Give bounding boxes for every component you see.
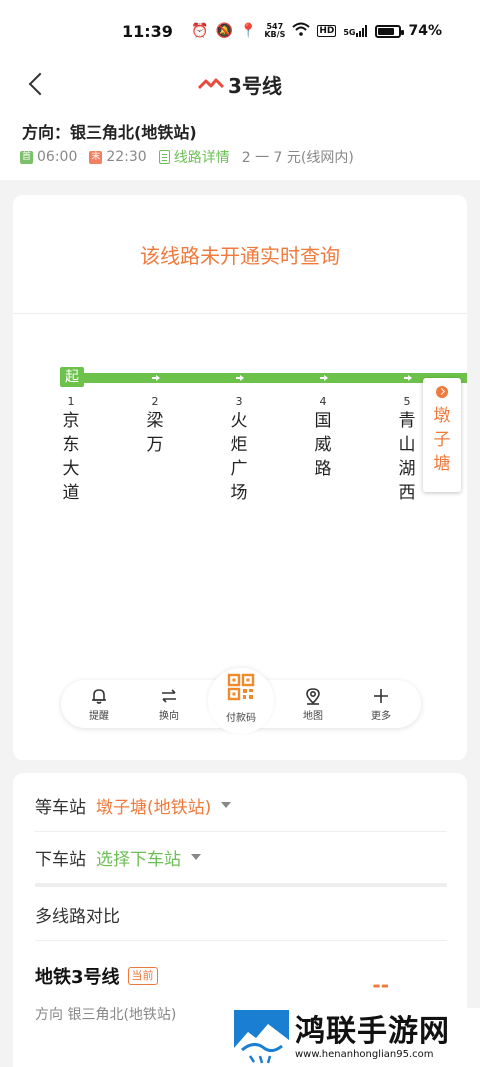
wifi-icon [292,22,310,40]
battery-icon [375,24,405,38]
direction-arrow-icon [402,373,414,383]
status-icons: ⏰ 🔕 📍 547 KB/S HD 5G 74% [191,22,442,40]
pay-code-button[interactable]: 付款码 [211,673,271,728]
watermark-url: www.henanhonglian95.com [295,1048,434,1060]
map-button[interactable]: 地图 [283,680,343,728]
route-card: 该线路未开通实时查询 起 1 京东大道 2 梁万 3 火炬广场 4 国威路 5 … [13,195,467,760]
station-name: 火炬广场 [230,411,248,503]
alarm-icon: ⏰ [191,23,209,39]
wait-station-value: 墩子塘(地铁站) [96,797,212,818]
location-icon: 📍 [239,23,258,39]
arrival-eta: -- [372,973,389,997]
station-name: 京东大道 [62,411,80,503]
page-title: 3号线 [0,70,480,99]
status-bar: 11:39 ⏰ 🔕 📍 547 KB/S HD 5G 74% [0,0,480,62]
fare-info: 2 一 7 元(线网内) [241,150,354,166]
last-bus-tag: 末 [89,150,103,164]
pay-code-label: 付款码 [226,713,256,724]
qr-code-icon [227,673,255,701]
current-location-icon [436,386,448,398]
start-badge: 起 [60,367,84,387]
net-speed-unit: KB/S [264,30,286,39]
station-number: 5 [403,395,411,408]
bell-icon [92,689,106,704]
station-item[interactable]: 2 梁万 [143,395,167,457]
multi-route-compare-label: 多线路对比 [35,906,120,927]
current-station-marker[interactable]: 墩子塘 [423,378,461,492]
net-speed: 547 KB/S [264,23,285,39]
document-icon [158,150,170,164]
station-name: 青山湖西 [398,411,416,503]
metro-direction: 方向 银三角北(地铁站) [35,1007,177,1023]
station-item[interactable]: 3 火炬广场 [227,395,251,505]
realtime-notice: 该线路未开通实时查询 [140,244,340,268]
watermark-logo-icon [234,1010,289,1065]
wait-station-label: 等车站 [35,797,86,818]
section-divider [35,883,447,887]
swap-icon [162,689,176,703]
station-number: 1 [67,395,75,408]
watermark-title: 鸿联手游网 [295,1013,450,1049]
chevron-down-icon [191,854,201,860]
signal-icon: 5G [343,25,368,37]
direction-arrow-icon [234,373,246,383]
route-detail-label: 线路详情 [173,150,230,166]
station-number: 4 [319,395,327,408]
station-name: 国威路 [314,411,332,479]
service-info: 首 06:00 末 22:30 线路详情 2 一 7 元(线网内) [20,147,354,167]
metro-logo-icon [198,78,225,90]
first-bus-time: 06:00 [37,149,78,165]
status-time: 11:39 [122,22,173,41]
alight-station-label: 下车站 [35,849,86,870]
wait-station-selector[interactable]: 等车站 墩子塘(地铁站) [35,779,447,831]
map-pin-icon [306,688,320,705]
watermark-text: 鸿联手游网 www.henanhonglian95.com [295,1013,450,1061]
plus-icon [374,689,388,703]
reverse-button[interactable]: 换向 [139,680,199,728]
direction-label: 方向：银三角北(地铁站) [22,123,197,142]
station-item[interactable]: 1 京东大道 [59,395,83,505]
alight-station-value: 选择下车站 [96,849,181,870]
divider [35,940,447,941]
divider [13,313,467,314]
metro-line-name: 地铁3号线 [35,967,120,988]
line-title: 3号线 [228,74,282,98]
multi-route-compare[interactable]: 多线路对比 [35,888,447,940]
station-number: 2 [151,395,159,408]
station-item[interactable]: 5 青山湖西 [395,395,419,505]
direction-arrow-icon [318,373,330,383]
remind-button[interactable]: 提醒 [69,680,129,728]
watermark: 鸿联手游网 www.henanhonglian95.com [234,1008,480,1067]
reverse-label: 换向 [159,711,179,722]
chevron-down-icon [221,802,232,808]
more-label: 更多 [371,711,391,722]
more-button[interactable]: 更多 [351,680,411,728]
mute-icon: 🔕 [215,23,233,39]
metro-line-title[interactable]: 地铁3号线 当前 [35,963,158,989]
last-bus-time: 22:30 [106,149,147,165]
station-number: 3 [235,395,243,408]
battery-percent: 74% [408,23,442,39]
first-bus-tag: 首 [20,150,33,164]
alight-station-selector[interactable]: 下车站 选择下车站 [35,831,447,883]
map-label: 地图 [303,711,323,722]
direction-arrow-icon [150,373,162,383]
hd-icon: HD [317,25,337,37]
action-toolbar: 提醒 换向 付款码 地图 更多 [61,668,421,734]
route-detail-link[interactable]: 线路详情 [158,147,230,167]
signal-label: 5G [343,28,356,37]
station-name: 梁万 [146,411,164,455]
remind-label: 提醒 [89,711,109,722]
current-station-name: 墩子塘 [433,406,451,474]
station-item[interactable]: 4 国威路 [311,395,335,481]
route-header: 3号线 方向：银三角北(地铁站) 首 06:00 末 22:30 线路详情 2 … [0,62,480,180]
current-badge: 当前 [127,967,158,985]
